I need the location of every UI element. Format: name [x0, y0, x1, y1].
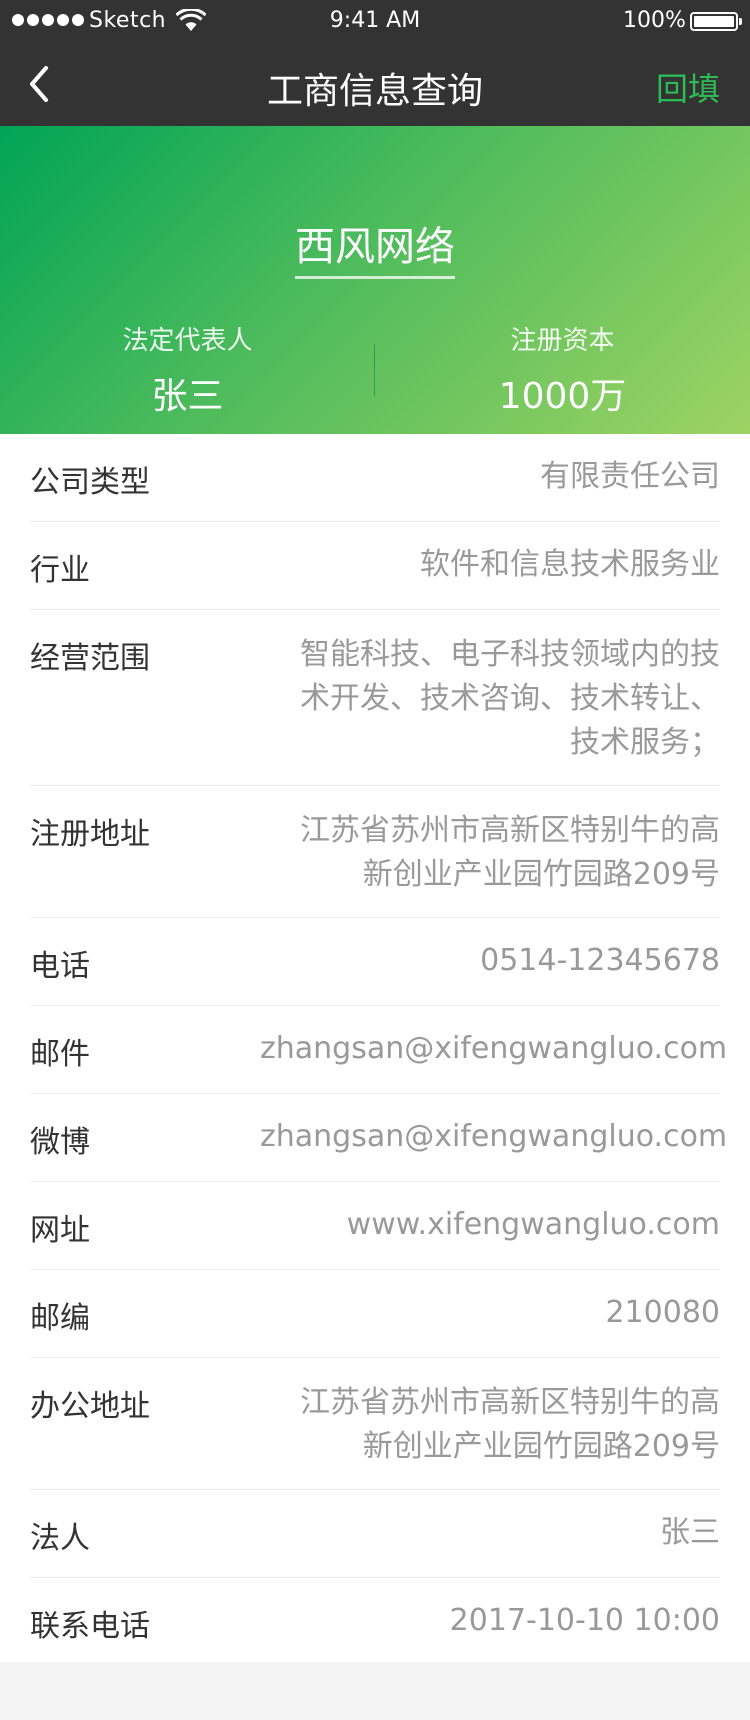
info-row-industry: 行业 软件和信息技术服务业 — [30, 522, 720, 610]
info-row-weibo: 微博 zhangsan@xifengwangluo.com — [30, 1094, 728, 1182]
info-row-email: 邮件 zhangsan@xifengwangluo.com — [30, 1006, 728, 1094]
row-label: 网址 — [30, 1213, 90, 1248]
row-value-line: 新创业产业园竹园路209号 — [362, 857, 720, 892]
row-value: 江苏省苏州市高新区特别牛的高 新创业产业园竹园路209号 — [260, 1381, 720, 1469]
info-row-business-scope: 经营范围 智能科技、电子科技领域内的技 术开发、技术咨询、技术转让、 技术服务； — [30, 610, 720, 786]
row-label: 经营范围 — [30, 641, 150, 676]
nav-bar: 工商信息查询 回填 — [0, 42, 750, 126]
battery-percentage: 100% — [623, 8, 686, 33]
info-row-contact-phone: 联系电话 2017-10-10 10:00 — [30, 1578, 720, 1662]
row-label: 注册地址 — [30, 817, 150, 852]
row-value: zhangsan@xifengwangluo.com — [260, 1031, 728, 1066]
capital-value: 1000万 — [498, 376, 627, 417]
info-row-postcode: 邮编 210080 — [30, 1270, 720, 1358]
info-row-phone: 电话 0514-12345678 — [30, 918, 720, 1006]
row-value-line: 技术服务； — [570, 725, 720, 760]
registered-capital: 注册资本 1000万 — [375, 320, 750, 419]
row-value-line: 智能科技、电子科技领域内的技 — [300, 637, 720, 672]
status-bar: Sketch 9:41 AM 100% — [0, 0, 750, 42]
row-label: 法人 — [30, 1521, 90, 1556]
row-label: 办公地址 — [30, 1389, 150, 1424]
row-value: 有限责任公司 — [540, 459, 720, 494]
company-banner: 西风网络 法定代表人 张三 注册资本 1000万 — [0, 126, 750, 434]
info-row-legal-person: 法人 张三 — [30, 1490, 720, 1578]
row-value: 江苏省苏州市高新区特别牛的高 新创业产业园竹园路209号 — [260, 809, 720, 897]
company-name-text: 西风网络 — [295, 214, 455, 279]
row-value-line: 江苏省苏州市高新区特别牛的高 — [300, 813, 720, 848]
row-label: 行业 — [30, 553, 90, 588]
info-row-website: 网址 www.xifengwangluo.com — [30, 1182, 720, 1270]
row-value-line: 新创业产业园竹园路209号 — [362, 1429, 720, 1464]
info-list: 公司类型 有限责任公司 行业 软件和信息技术服务业 经营范围 智能科技、电子科技… — [0, 434, 750, 1662]
info-row-office-address: 办公地址 江苏省苏州市高新区特别牛的高 新创业产业园竹园路209号 — [30, 1358, 720, 1490]
row-label: 邮编 — [30, 1301, 90, 1336]
row-value: www.xifengwangluo.com — [346, 1207, 720, 1242]
page-title: 工商信息查询 — [266, 71, 483, 112]
row-value: 张三 — [660, 1515, 720, 1550]
row-label: 微博 — [30, 1125, 90, 1160]
row-value: 210080 — [605, 1295, 720, 1330]
info-row-registered-address: 注册地址 江苏省苏州市高新区特别牛的高 新创业产业园竹园路209号 — [30, 786, 720, 918]
row-value-line: 术开发、技术咨询、技术转让、 — [300, 681, 720, 716]
row-label: 电话 — [30, 949, 90, 984]
row-value: 2017-10-10 10:00 — [449, 1603, 720, 1638]
row-value-line: 江苏省苏州市高新区特别牛的高 — [300, 1385, 720, 1420]
row-label: 联系电话 — [30, 1609, 150, 1644]
company-name: 西风网络 — [0, 214, 750, 279]
battery-icon — [690, 12, 742, 31]
legal-rep-label: 法定代表人 — [122, 326, 253, 356]
row-value: 0514-12345678 — [480, 943, 720, 978]
row-value: 智能科技、电子科技领域内的技 术开发、技术咨询、技术转让、 技术服务； — [260, 633, 720, 765]
row-value: 软件和信息技术服务业 — [420, 547, 720, 582]
phone-screen: Sketch 9:41 AM 100% 工商信息查询 回填 西风网络 法定代表人… — [0, 0, 750, 1720]
capital-label: 注册资本 — [510, 326, 615, 356]
row-label: 公司类型 — [30, 465, 150, 500]
header: Sketch 9:41 AM 100% 工商信息查询 回填 — [0, 0, 750, 126]
info-row-company-type: 公司类型 有限责任公司 — [30, 434, 720, 522]
legal-rep-value: 张三 — [151, 376, 224, 417]
legal-representative: 法定代表人 张三 — [0, 320, 375, 419]
row-value: zhangsan@xifengwangluo.com — [260, 1119, 728, 1154]
fill-back-button[interactable]: 回填 — [656, 64, 720, 110]
row-label: 邮件 — [30, 1037, 90, 1072]
